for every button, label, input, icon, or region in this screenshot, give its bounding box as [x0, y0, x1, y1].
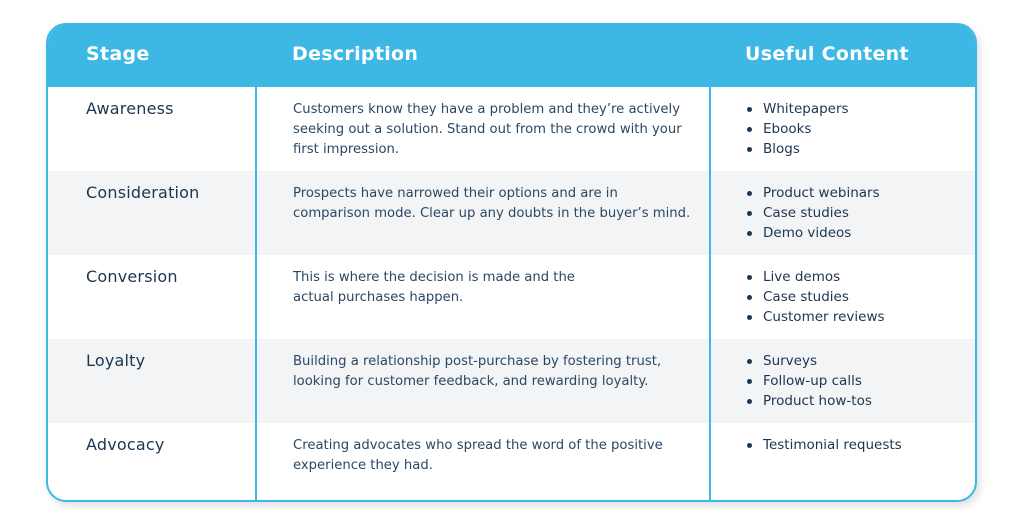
useful-content-list: Product webinars Case studies Demo video… [746, 183, 880, 243]
header-description: Description [292, 43, 419, 65]
list-item-label: Testimonial requests [763, 437, 902, 453]
useful-content-list: Whitepapers Ebooks Blogs [746, 99, 849, 159]
list-item: Whitepapers [746, 99, 849, 119]
table-header: Stage Description Useful Content [48, 25, 975, 87]
list-item-label: Demo videos [763, 225, 852, 241]
bullet-icon [747, 191, 752, 196]
bullet-icon [747, 359, 752, 364]
list-item: Customer reviews [746, 307, 885, 327]
list-item: Case studies [746, 203, 880, 223]
list-item-label: Follow-up calls [763, 373, 862, 389]
list-item: Blogs [746, 139, 849, 159]
bullet-icon [747, 315, 752, 320]
bullet-icon [747, 147, 752, 152]
list-item-label: Ebooks [763, 121, 812, 137]
list-item-label: Whitepapers [763, 101, 849, 117]
header-stage: Stage [86, 43, 150, 65]
list-item: Follow-up calls [746, 371, 872, 391]
table-row: Conversion This is where the decision is… [48, 255, 975, 339]
table-row: Loyalty Building a relationship post-pur… [48, 339, 975, 423]
bullet-icon [747, 211, 752, 216]
bullet-icon [747, 443, 752, 448]
stage-description: Customers know they have a problem and t… [293, 102, 682, 157]
list-item: Product webinars [746, 183, 880, 203]
list-item-label: Case studies [763, 289, 849, 305]
stage-name: Conversion [86, 267, 178, 286]
bullet-icon [747, 379, 752, 384]
stage-name: Awareness [86, 99, 174, 118]
stage-name: Advocacy [86, 435, 165, 454]
list-item: Live demos [746, 267, 885, 287]
list-item-label: Customer reviews [763, 309, 885, 325]
bullet-icon [747, 295, 752, 300]
list-item: Case studies [746, 287, 885, 307]
list-item: Surveys [746, 351, 872, 371]
bullet-icon [747, 107, 752, 112]
list-item: Ebooks [746, 119, 849, 139]
stage-description: Creating advocates who spread the word o… [293, 438, 663, 473]
bullet-icon [747, 399, 752, 404]
bullet-icon [747, 127, 752, 132]
stage-description: Building a relationship post-purchase by… [293, 354, 662, 389]
list-item-label: Product webinars [763, 185, 880, 201]
useful-content-list: Surveys Follow-up calls Product how-tos [746, 351, 872, 411]
column-divider [709, 87, 711, 500]
list-item-label: Product how-tos [763, 393, 872, 409]
stage-name: Consideration [86, 183, 200, 202]
bullet-icon [747, 275, 752, 280]
table-row: Consideration Prospects have narrowed th… [48, 171, 975, 255]
bullet-icon [747, 231, 752, 236]
list-item: Product how-tos [746, 391, 872, 411]
list-item-label: Live demos [763, 269, 841, 285]
list-item: Testimonial requests [746, 435, 902, 455]
useful-content-list: Live demos Case studies Customer reviews [746, 267, 885, 327]
stage-description: Prospects have narrowed their options an… [293, 186, 691, 221]
useful-content-list: Testimonial requests [746, 435, 902, 455]
stages-table: Stage Description Useful Content Awarene… [46, 23, 977, 502]
list-item-label: Surveys [763, 353, 817, 369]
table-row: Advocacy Creating advocates who spread t… [48, 423, 975, 500]
column-divider [255, 87, 257, 500]
stage-description: This is where the decision is made and t… [293, 270, 575, 305]
table-row: Awareness Customers know they have a pro… [48, 87, 975, 171]
stage-name: Loyalty [86, 351, 146, 370]
list-item-label: Case studies [763, 205, 849, 221]
list-item-label: Blogs [763, 141, 800, 157]
list-item: Demo videos [746, 223, 880, 243]
header-useful-content: Useful Content [745, 43, 909, 65]
